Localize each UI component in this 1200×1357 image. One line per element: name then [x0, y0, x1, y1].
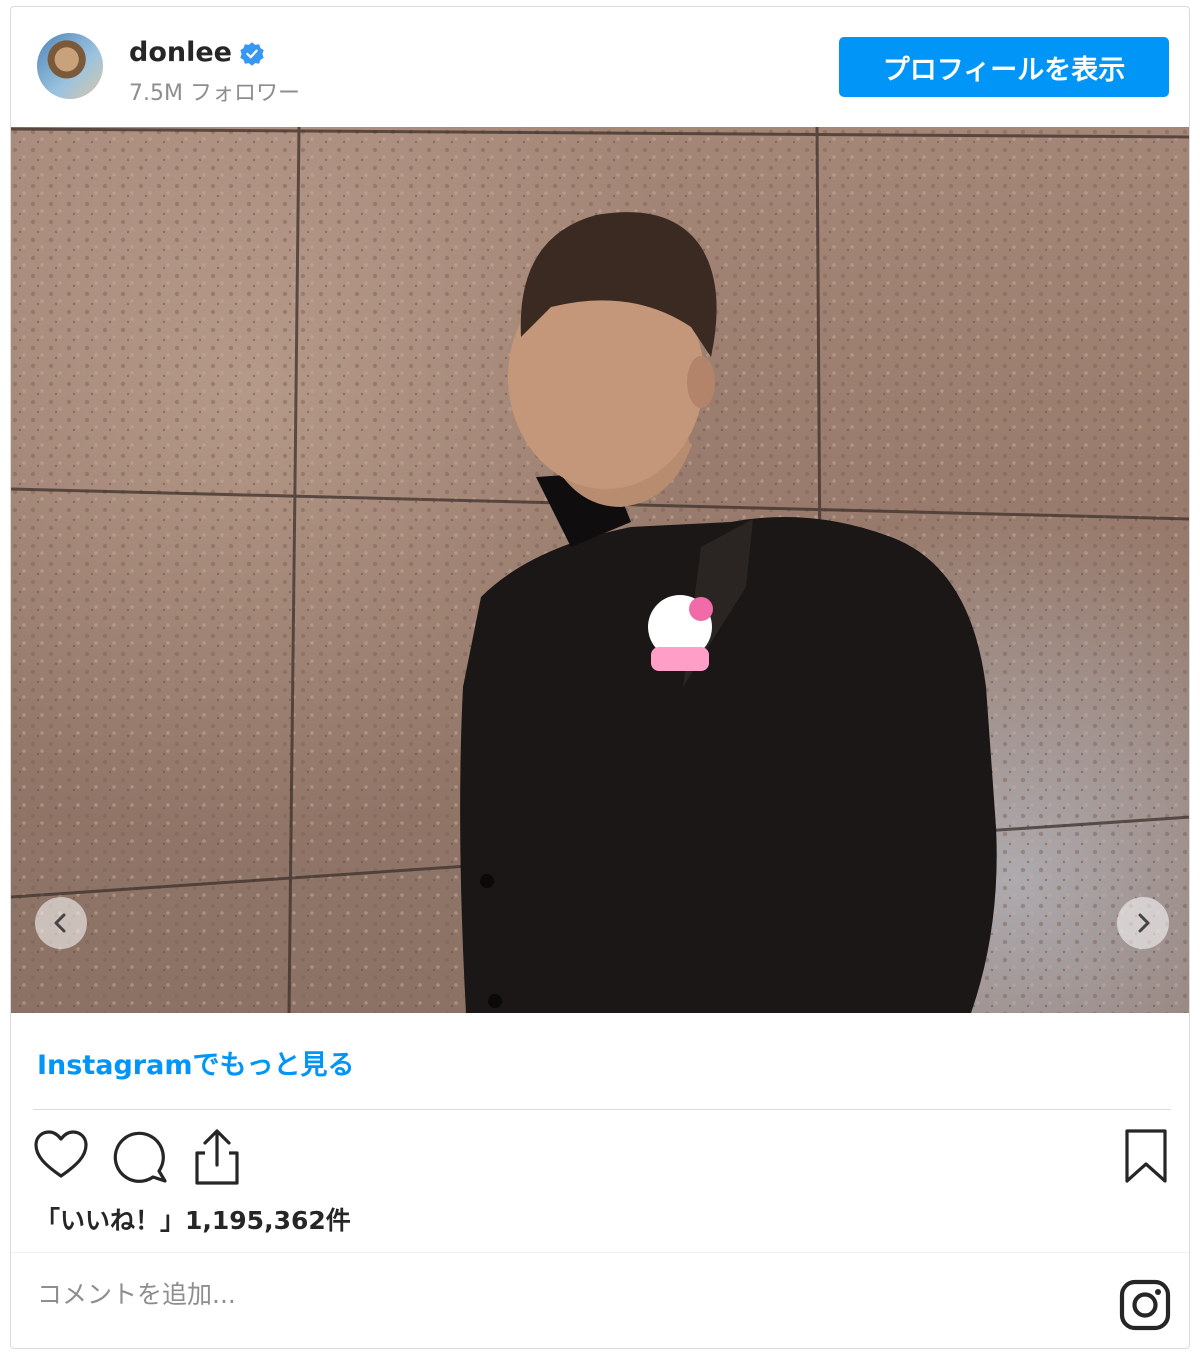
instagram-embed-card: donlee 7.5M フォロワー プロフィールを表示 Instagramでもっ… [10, 6, 1190, 1349]
divider [11, 1252, 1189, 1253]
heart-icon[interactable] [33, 1129, 89, 1181]
verified-badge-icon [240, 42, 264, 66]
share-icon[interactable] [191, 1125, 243, 1187]
comment-input[interactable] [35, 1279, 939, 1310]
follower-count: 7.5M フォロワー [129, 81, 300, 106]
view-profile-button[interactable]: プロフィールを表示 [839, 37, 1169, 97]
divider [33, 1109, 1171, 1110]
post-header: donlee 7.5M フォロワー プロフィールを表示 [11, 7, 1189, 127]
instagram-logo-icon[interactable] [1119, 1279, 1171, 1331]
post-image[interactable] [11, 127, 1189, 1013]
username[interactable]: donlee [129, 37, 232, 68]
next-image-button[interactable] [1117, 897, 1169, 949]
chevron-right-icon [1138, 913, 1150, 933]
avatar[interactable] [37, 33, 103, 99]
view-more-on-instagram-link[interactable]: Instagramでもっと見る [37, 1043, 354, 1082]
bookmark-icon[interactable] [1123, 1127, 1169, 1185]
comment-bubble-icon[interactable] [111, 1127, 169, 1185]
post-photo-illustration [11, 127, 1189, 1013]
previous-image-button[interactable] [35, 897, 87, 949]
like-count[interactable]: 「いいね！」1,195,362件 [35, 1201, 351, 1237]
chevron-left-icon [54, 913, 66, 933]
